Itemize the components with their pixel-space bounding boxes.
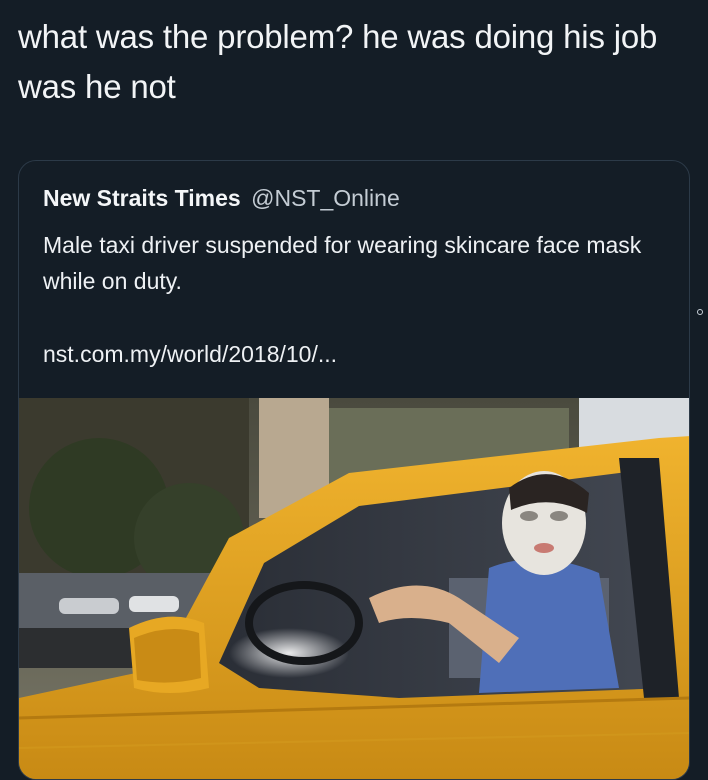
quoted-tweet-link[interactable]: nst.com.my/world/2018/10/... bbox=[43, 339, 337, 369]
quoted-tweet-image[interactable] bbox=[19, 398, 690, 780]
quoted-tweet-text: Male taxi driver suspended for wearing s… bbox=[43, 232, 642, 294]
quoted-tweet-card[interactable]: New Straits Times @NST_Online Male taxi … bbox=[18, 160, 690, 780]
quoted-account-name[interactable]: New Straits Times bbox=[43, 185, 241, 211]
quoted-tweet-header: New Straits Times @NST_Online bbox=[43, 183, 400, 213]
tweet-text: what was the problem? he was doing his j… bbox=[18, 18, 658, 105]
scroll-indicator bbox=[697, 309, 703, 315]
quoted-account-handle[interactable]: @NST_Online bbox=[251, 185, 400, 211]
